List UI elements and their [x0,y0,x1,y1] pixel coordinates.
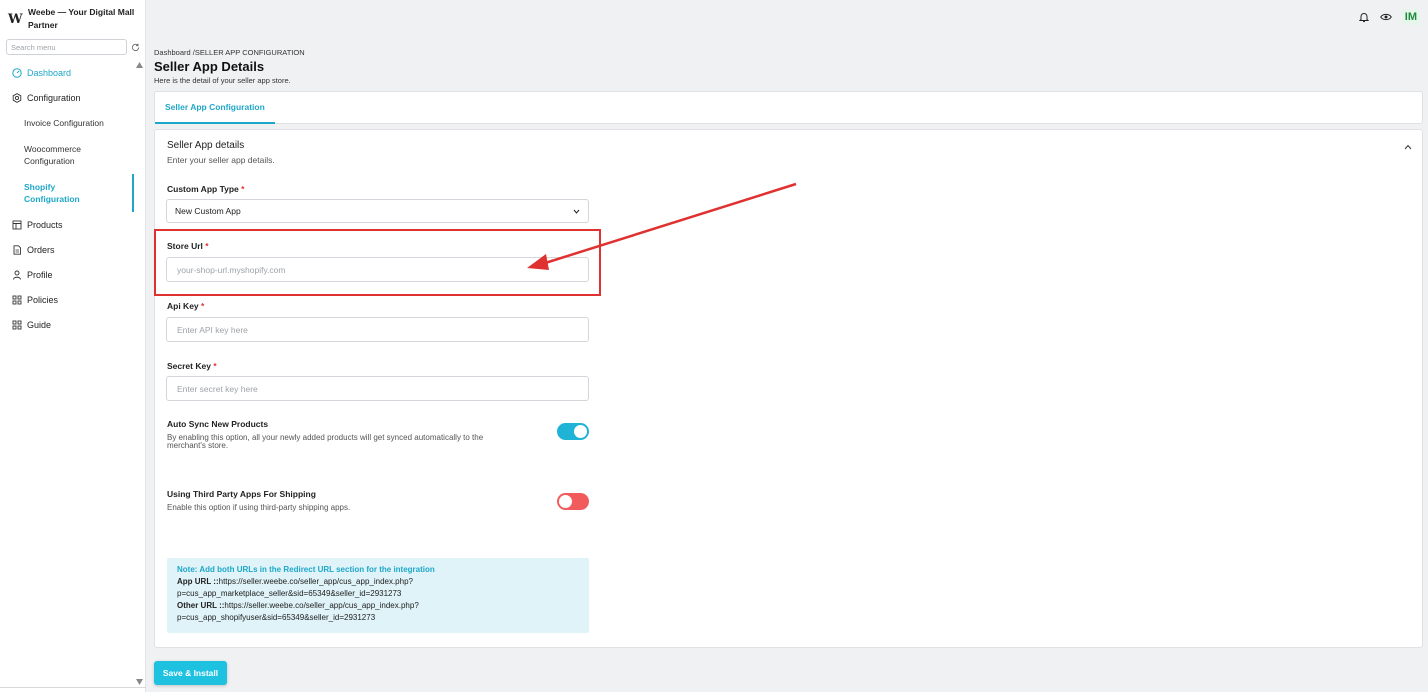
sidebar-nav: Dashboard Configuration Invoice Configur… [0,60,134,337]
redirect-url-note: Note: Add both URLs in the Redirect URL … [167,558,589,633]
sidebar-item-label: Orders [27,244,55,255]
app-url-label: App URL :: [177,577,219,586]
dashboard-icon [12,67,22,78]
sidebar-item-label: Products [27,219,63,230]
sidebar-item-dashboard[interactable]: Dashboard [0,60,134,85]
third-party-shipping-description: Enable this option if using third-party … [167,503,351,512]
sidebar-item-orders[interactable]: Orders [0,237,134,262]
app-url-value: https://seller.weebe.co/seller_app/cus_a… [218,577,413,586]
sidebar-item-label: Woocommerce Configuration [24,144,81,166]
auto-sync-toggle[interactable] [557,423,589,440]
sidebar-divider [0,687,146,688]
required-mark: * [201,301,205,311]
save-install-button[interactable]: Save & Install [154,661,227,685]
sidebar-item-woocommerce-configuration[interactable]: Woocommerce Configuration [0,136,134,174]
sidebar-item-label: Profile [27,269,53,280]
eye-icon[interactable] [1379,11,1392,23]
scroll-up-icon[interactable] [136,62,143,68]
tabs-bar: Seller App Configuration [154,91,1423,124]
breadcrumb: Dashboard /SELLER APP CONFIGURATION [154,48,305,57]
section-title: Seller App details [167,140,245,151]
secret-key-input[interactable] [166,376,589,401]
topbar-actions: IM [1358,9,1420,25]
sidebar-item-profile[interactable]: Profile [0,262,134,287]
sidebar-item-label: Shopify Configuration [24,182,80,204]
sidebar-item-label: Policies [27,294,59,305]
scroll-down-icon[interactable] [136,679,143,685]
sidebar-item-label: Dashboard [27,67,72,78]
grid-icon [12,295,22,305]
sidebar-item-label: Configuration [27,92,81,103]
products-icon [12,220,22,230]
api-key-label-text: Api Key [167,301,199,311]
chevron-down-icon [573,209,580,214]
app-url-line: App URL ::https://seller.weebe.co/seller… [177,576,579,588]
sidebar-item-shopify-configuration[interactable]: Shopify Configuration [0,174,134,212]
app-type-label: Custom App Type * [167,184,244,194]
user-icon [12,270,22,280]
sidebar-item-invoice-configuration[interactable]: Invoice Configuration [0,110,134,136]
api-key-input[interactable] [166,317,589,342]
toggle-knob [574,425,587,438]
secret-key-label: Secret Key * [167,361,217,371]
api-key-label: Api Key * [167,301,204,311]
third-party-shipping-toggle[interactable] [557,493,589,510]
other-url-value: https://seller.weebe.co/seller_app/cus_a… [224,601,419,610]
third-party-shipping-title: Using Third Party Apps For Shipping [167,489,316,499]
app-url-query: p=cus_app_marketplace_seller&sid=65349&s… [177,589,402,598]
grid-icon [12,320,22,330]
page-title: Seller App Details [154,59,265,74]
chevron-up-icon[interactable] [1404,144,1412,150]
auto-sync-description: By enabling this option, all your newly … [167,433,484,450]
sidebar-item-label: Invoice Configuration [24,118,104,128]
auto-sync-title: Auto Sync New Products [167,419,269,429]
sidebar: W Weebe — Your Digital Mall Partner Dash… [0,0,146,692]
required-mark: * [213,361,217,371]
app-type-label-text: Custom App Type [167,184,239,194]
other-url-line: Other URL ::https://seller.weebe.co/sell… [177,600,579,612]
section-subtitle: Enter your seller app details. [167,155,275,165]
secret-key-label-text: Secret Key [167,361,211,371]
other-url-label: Other URL :: [177,601,225,610]
other-url-query: p=cus_app_shopifyuser&sid=65349&seller_i… [177,613,376,622]
app-type-select[interactable]: New Custom App [166,199,589,223]
search-input[interactable] [6,39,127,55]
sidebar-item-configuration[interactable]: Configuration [0,85,134,110]
app-type-value: New Custom App [175,206,241,216]
sidebar-item-policies[interactable]: Policies [0,287,134,312]
tab-seller-app-configuration[interactable]: Seller App Configuration [155,92,275,124]
sidebar-item-guide[interactable]: Guide [0,312,134,337]
page-subtitle: Here is the detail of your seller app st… [154,76,291,85]
sidebar-item-label: Guide [27,319,52,330]
brand-name: Weebe — Your Digital Mall Partner [28,7,135,30]
required-mark: * [241,184,245,194]
avatar[interactable]: IM [1401,9,1420,25]
brand-logo: W [8,12,23,27]
bell-icon[interactable] [1358,11,1370,23]
sidebar-item-products[interactable]: Products [0,212,134,237]
note-heading: Note: Add both URLs in the Redirect URL … [177,565,435,574]
annotation-highlight-box [154,229,601,296]
seller-app-form: Seller App details Enter your seller app… [154,129,1423,648]
refresh-icon[interactable] [129,41,141,53]
brand[interactable]: W Weebe — Your Digital Mall Partner [8,6,143,32]
toggle-knob [559,495,572,508]
orders-icon [12,244,22,255]
gear-icon [12,92,22,103]
menu-search [6,39,141,55]
